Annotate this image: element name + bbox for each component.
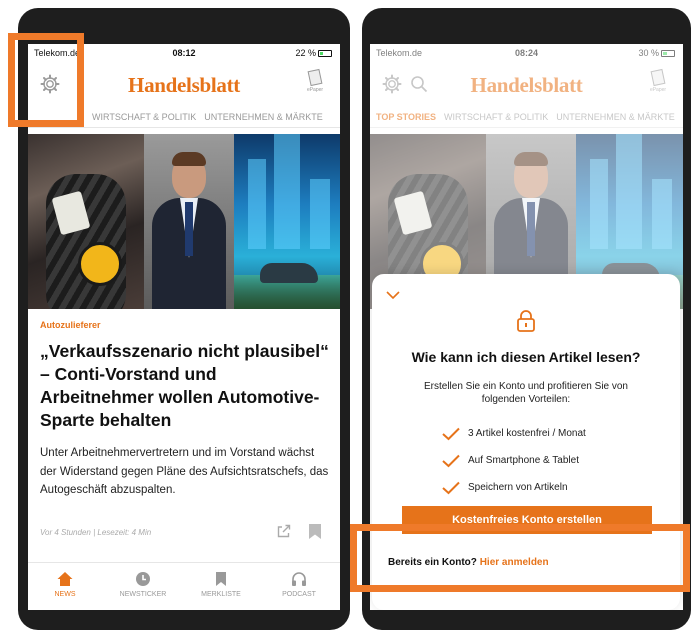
benefit-label: Speichern von Artikeln	[468, 482, 568, 493]
article-teaser: Unter Arbeitnehmervertretern und im Vors…	[40, 447, 329, 496]
chevron-down-icon[interactable]	[386, 290, 400, 300]
portrait-hair	[172, 152, 206, 166]
check-icon	[442, 427, 460, 440]
benefit-label: 3 Artikel kostenfrei / Monat	[468, 428, 586, 439]
tire-tread	[46, 174, 126, 309]
article-headline[interactable]: „Verkaufsszenario nicht plausibel“ – Con…	[40, 340, 330, 432]
portrait-tie	[185, 202, 193, 256]
autonomous-car-photo	[234, 134, 340, 309]
building	[310, 179, 330, 249]
executive-portrait	[144, 134, 234, 309]
article-meta: Vor 4 Stunden | Lesezeit: 4 Min	[40, 528, 152, 537]
benefit-label: Auf Smartphone & Tablet	[468, 455, 579, 466]
paywall-subtitle: Erstellen Sie ein Konto und profitieren …	[423, 381, 628, 405]
benefit-item: Speichern von Artikeln	[442, 474, 662, 501]
battery-label: 22 %	[295, 48, 316, 58]
benefit-item: 3 Artikel kostenfrei / Monat	[442, 420, 662, 447]
benefit-list: 3 Artikel kostenfrei / Monat Auf Smartph…	[442, 420, 662, 501]
epaper-button[interactable]: ePaper	[304, 68, 326, 93]
lock-icon	[517, 310, 535, 332]
epaper-label: ePaper	[306, 87, 324, 93]
screenshot-stage: Telekom.de 08:12 22 % Handelsblatt ePape…	[0, 0, 691, 630]
battery-icon	[318, 50, 332, 57]
article-hero-image[interactable]	[28, 134, 340, 309]
paywall-title: Wie kann ich diesen Artikel lesen?	[411, 349, 641, 365]
nav-item-podcast[interactable]: PODCAST	[264, 571, 334, 598]
continental-badge	[78, 242, 122, 286]
nav-item-newsticker[interactable]: NEWSTICKER	[108, 571, 178, 598]
building	[248, 159, 266, 249]
tab-wirtschaft-politik[interactable]: WIRTSCHAFT & POLITIK	[92, 112, 196, 122]
login-highlight-box	[350, 524, 690, 592]
bookmark-icon[interactable]	[309, 524, 321, 539]
tire-photo	[28, 134, 144, 309]
car	[260, 263, 318, 283]
check-icon	[442, 481, 460, 494]
nav-item-news[interactable]: NEWS	[30, 571, 100, 598]
bookmark-icon	[216, 572, 226, 586]
nav-item-merkliste[interactable]: MERKLISTE	[186, 571, 256, 598]
nav-label-newsticker: NEWSTICKER	[119, 591, 167, 598]
left-phone-screen: Telekom.de 08:12 22 % Handelsblatt ePape…	[28, 44, 340, 610]
benefit-item: Auf Smartphone & Tablet	[442, 447, 662, 474]
battery-indicator: 22 %	[295, 48, 332, 58]
tab-unternehmen-maerkte[interactable]: UNTERNEHMEN & MÄRKTE	[204, 112, 323, 122]
home-icon	[57, 572, 73, 586]
article-preview[interactable]: Autozulieferer „Verkaufsszenario nicht p…	[40, 320, 330, 500]
nav-label-news: NEWS	[54, 591, 76, 598]
epaper-icon	[307, 68, 323, 87]
settings-highlight-box	[8, 33, 84, 127]
check-icon	[442, 454, 460, 467]
nav-label-merkliste: MERKLISTE	[201, 591, 241, 598]
building	[274, 134, 300, 249]
bottom-navigation: NEWS NEWSTICKER MERKLISTE PODCAST	[28, 562, 340, 610]
article-kicker: Autozulieferer	[40, 320, 101, 330]
nav-label-podcast: PODCAST	[282, 591, 316, 598]
clock-icon	[136, 572, 150, 586]
share-icon[interactable]	[277, 524, 291, 538]
headphones-icon	[292, 572, 306, 586]
